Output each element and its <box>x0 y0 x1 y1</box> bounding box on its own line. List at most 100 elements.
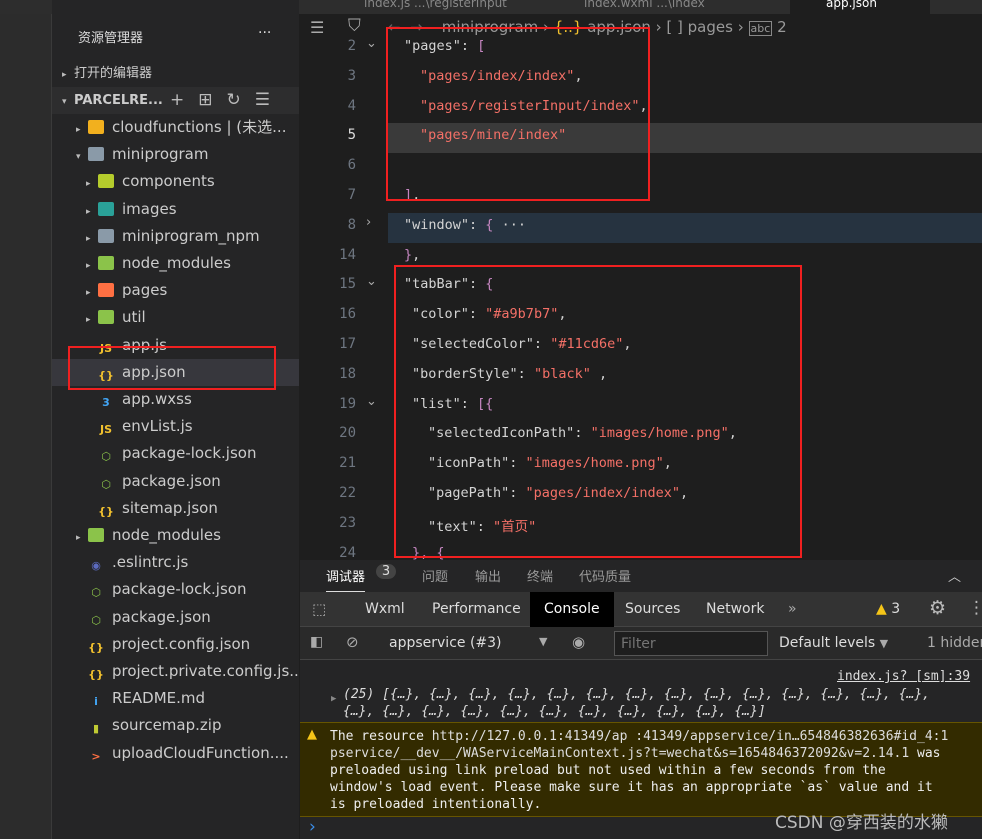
fold-chevron-icon[interactable]: ⌄ <box>366 36 377 51</box>
context-value: appservice (#3) <box>389 635 502 651</box>
tree-item-label: README.md <box>112 689 206 708</box>
tab-label: index.wxml ...\index <box>584 0 705 10</box>
line-number: 20 <box>339 425 356 442</box>
tree-item-label: components <box>122 172 215 191</box>
clear-console-icon[interactable]: ⊘ <box>346 633 359 651</box>
devtools-tab-sources[interactable]: Sources <box>611 592 694 627</box>
outline-icon[interactable]: ☰ <box>310 18 324 37</box>
devtools-tab-wxml[interactable]: Wxml <box>351 592 419 627</box>
tree-item[interactable]: ⬡ package.json <box>52 604 299 631</box>
console-prompt[interactable]: › <box>309 817 316 837</box>
panel-tab-terminal[interactable]: 终端 <box>527 566 553 585</box>
collapse-icon[interactable]: ☰ <box>255 90 284 110</box>
log-levels-select[interactable]: Default levels ▼ <box>779 635 888 651</box>
explorer-actions[interactable]: +⊞↻☰ <box>170 87 284 114</box>
log-source-link[interactable]: index.js? [sm]:39 <box>837 669 970 684</box>
tree-item[interactable]: ▸ util <box>52 304 299 331</box>
new-folder-icon[interactable]: ⊞ <box>198 90 226 110</box>
more-menu-icon[interactable]: ⋮ <box>968 598 982 618</box>
tree-item[interactable]: ▸ components <box>52 168 299 195</box>
code-token: , <box>412 246 421 263</box>
eye-icon[interactable]: ◉ <box>572 633 585 651</box>
tab-label: index.js ...\registerInput <box>364 0 507 10</box>
css-file-icon: 3 <box>102 396 110 409</box>
collapse-panel-icon[interactable]: ︿ <box>948 566 961 585</box>
log-array[interactable]: (25) [{…}, {…}, {…}, {…}, {…}, {…}, {…},… <box>343 686 930 720</box>
chevron-icon: ▸ <box>86 179 91 190</box>
resource-link[interactable]: pservice/__dev__/WAServiceMainContext.js… <box>330 746 909 761</box>
tree-item[interactable]: ▸ miniprogram_npm <box>52 223 299 250</box>
code-line[interactable]: "window": { ··· <box>404 217 526 233</box>
tree-item[interactable]: i README.md <box>52 685 299 712</box>
tree-item[interactable]: > uploadCloudFunction.... <box>52 740 299 767</box>
folder-cloud-icon <box>88 120 104 134</box>
resource-link[interactable]: http://127.0.0.1:41349/ap <box>432 729 628 744</box>
debugger-badge: 3 <box>376 564 396 579</box>
more-actions-button[interactable]: ··· <box>258 25 271 41</box>
settings-gear-icon[interactable]: ⚙ <box>929 597 946 619</box>
tree-item[interactable]: ▸ node_modules <box>52 522 299 549</box>
project-section[interactable]: ▾ PARCELRE... +⊞↻☰ <box>52 87 299 114</box>
line-number: 2 <box>347 38 356 54</box>
tab-index-wxml[interactable]: index.wxml ...\index <box>570 0 775 14</box>
tree-item[interactable]: {} sitemap.json <box>52 495 299 522</box>
refresh-icon[interactable]: ↻ <box>227 90 255 110</box>
fold-chevron-icon[interactable]: ⌄ <box>366 394 377 409</box>
tab-app-json[interactable]: app.json <box>790 0 930 14</box>
context-select[interactable]: appservice (#3) ▼ <box>389 635 547 651</box>
inspect-element-icon[interactable]: ⬚ <box>312 600 326 618</box>
tree-item[interactable]: {} project.private.config.js... <box>52 658 299 685</box>
tree-item[interactable]: ⬡ package-lock.json <box>52 576 299 603</box>
new-file-icon[interactable]: + <box>170 90 198 110</box>
tree-item[interactable]: JS envList.js <box>52 413 299 440</box>
tree-item[interactable]: ▸ cloudfunctions | (未选... <box>52 114 299 141</box>
panel-tab-problems[interactable]: 问题 <box>422 566 448 585</box>
sidebar-toggle-icon[interactable]: ◧ <box>310 634 323 650</box>
fold-chevron-icon[interactable]: ⌄ <box>366 274 377 289</box>
tab-index-js[interactable]: index.js ...\registerInput <box>350 0 555 14</box>
folder-icon <box>98 228 114 243</box>
watermark: CSDN @穿西装的水獭 <box>775 813 948 833</box>
panel-tab-code-quality[interactable]: 代码质量 <box>579 566 631 585</box>
devtools-tab-console[interactable]: Console <box>530 592 614 627</box>
tree-item[interactable]: 3 app.wxss <box>52 386 299 413</box>
filter-input[interactable] <box>614 631 768 656</box>
expand-arrow-icon[interactable]: ▶ <box>331 694 336 704</box>
tree-item[interactable]: ⬡ package-lock.json <box>52 440 299 467</box>
tree-item[interactable]: ◉ .eslintrc.js <box>52 549 299 576</box>
open-editors-section[interactable]: ▸ 打开的编辑器 <box>52 60 299 87</box>
tree-item[interactable]: ⬡ package.json <box>52 468 299 495</box>
tab-label: app.json <box>826 0 877 10</box>
devtools-tab-network[interactable]: Network <box>692 592 778 627</box>
annotation-box-tabbar <box>394 265 802 558</box>
more-tabs-button[interactable]: » <box>774 592 811 627</box>
unfold-chevron-icon[interactable]: › <box>366 215 371 230</box>
warning-icon: ▲ <box>876 601 887 617</box>
code-line[interactable]: }, <box>404 247 420 263</box>
folder-node-icon <box>88 528 104 542</box>
tree-item[interactable]: ▸ images <box>52 196 299 223</box>
panel-tab-debugger[interactable]: 调试器 <box>326 566 366 592</box>
tree-item[interactable]: ▸ node_modules <box>52 250 299 277</box>
bookmark-icon[interactable]: ⛉ <box>348 16 361 36</box>
tree-item[interactable]: ▮ sourcemap.zip <box>52 712 299 739</box>
folder-node-icon <box>98 256 114 270</box>
warnings-counter[interactable]: ▲ 3 <box>876 601 900 617</box>
tree-item-label: sourcemap.zip <box>112 716 222 735</box>
info-file-icon: i <box>94 695 98 709</box>
resource-link[interactable]: :41349/appservice/in…654846382636#id_4:1 <box>635 729 948 744</box>
breadcrumb-item[interactable]: 2 <box>777 18 787 36</box>
devtools-tab-performance[interactable]: Performance <box>418 592 535 627</box>
code-token: "window" <box>404 216 470 233</box>
panel-tab-output[interactable]: 输出 <box>475 566 501 585</box>
line-number: 22 <box>339 485 356 501</box>
tree-item[interactable]: {} project.config.json <box>52 631 299 658</box>
chevron-icon: ▸ <box>76 533 81 543</box>
line-number: 15 <box>339 276 356 293</box>
breadcrumb-item[interactable]: [ ] pages <box>666 18 733 36</box>
json-file-icon: {} <box>88 668 104 681</box>
chevron-icon: ▸ <box>86 206 91 217</box>
tree-item[interactable]: ▾ miniprogram <box>52 141 299 168</box>
tree-item[interactable]: ▸ pages <box>52 277 299 304</box>
log-line: {…}, {…}, {…}, {…}, {…}, {…}, {…}, {…}, … <box>343 704 766 719</box>
